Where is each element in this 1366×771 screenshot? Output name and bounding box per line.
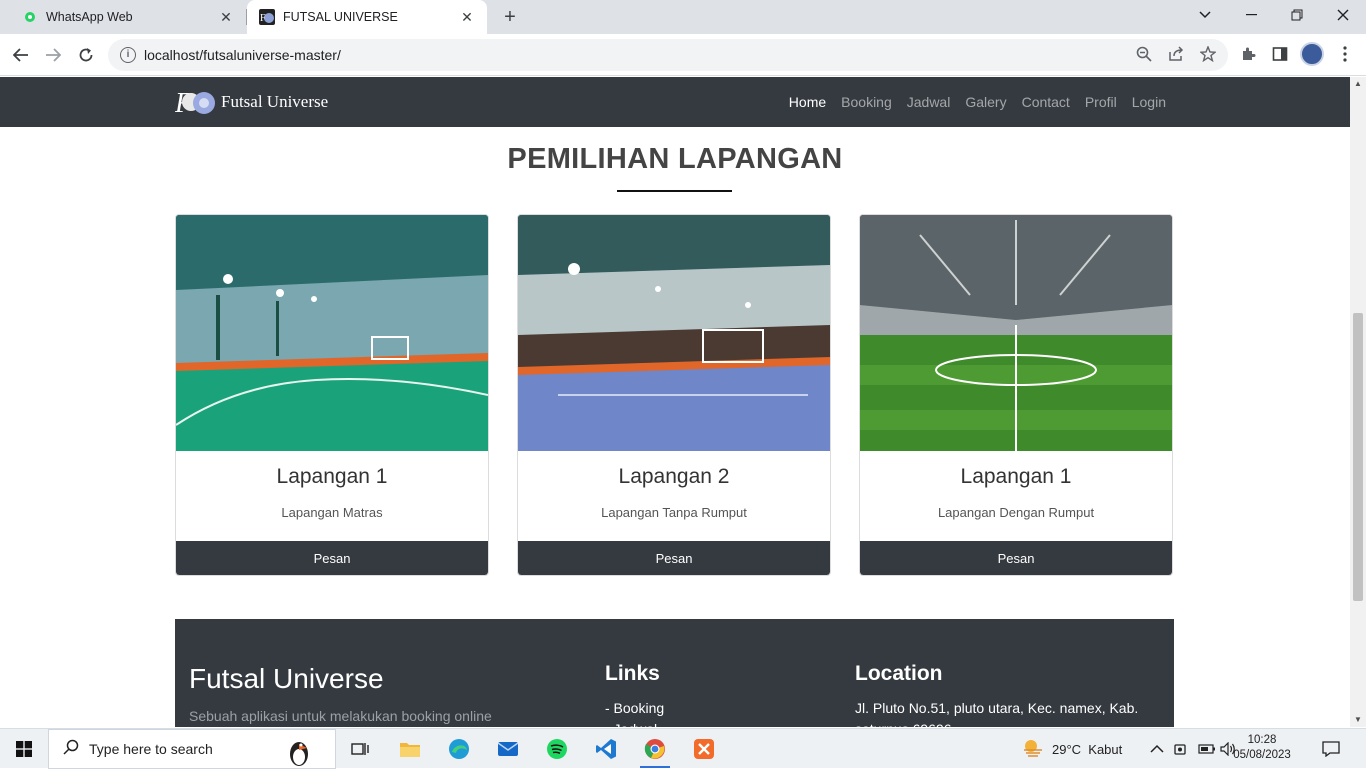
nav-contact[interactable]: Contact <box>1022 94 1070 110</box>
edge-browser-icon[interactable] <box>445 735 473 763</box>
system-clock[interactable]: 10:28 05/08/2023 <box>1232 733 1292 763</box>
footer-links-heading: Links <box>605 662 660 685</box>
tab-whatsapp[interactable]: WhatsApp Web ✕ <box>0 0 246 34</box>
footer-tagline: Sebuah aplikasi untuk melakukan booking … <box>189 708 492 724</box>
search-placeholder: Type here to search <box>89 741 213 757</box>
windows-start-icon[interactable] <box>0 729 48 769</box>
show-hidden-icons-chevron-icon[interactable] <box>1150 729 1164 769</box>
court-image-blue <box>518 215 830 451</box>
court-name: Lapangan 2 <box>618 465 730 488</box>
vscode-icon[interactable] <box>592 735 620 763</box>
taskbar-search-input[interactable]: Type here to search <box>48 729 336 769</box>
footer-link-booking[interactable]: - Booking <box>605 698 664 719</box>
task-view-icon[interactable] <box>346 735 374 763</box>
tab-title: FUTSAL UNIVERSE <box>283 10 398 24</box>
windows-taskbar: Type here to search 29°C Kabut 10:28 05/… <box>0 728 1366 769</box>
court-card-1: Lapangan 1 Lapangan Matras Pesan <box>175 214 489 576</box>
forward-icon[interactable] <box>38 40 68 70</box>
site-info-icon[interactable]: i <box>120 47 136 63</box>
search-icon <box>63 739 79 759</box>
close-tab-icon[interactable]: ✕ <box>459 9 475 25</box>
xampp-icon[interactable] <box>690 735 718 763</box>
court-name: Lapangan 1 <box>276 465 388 488</box>
nav-galery[interactable]: Galery <box>965 94 1006 110</box>
browser-toolbar: i localhost/futsaluniverse-master/ <box>0 34 1366 76</box>
footer-location-heading: Location <box>855 662 943 685</box>
minimize-icon[interactable] <box>1228 0 1274 30</box>
footer-links: - Booking - Jadwal <box>605 698 664 727</box>
file-explorer-icon[interactable] <box>396 735 424 763</box>
svg-text:F: F <box>260 13 266 24</box>
court-name: Lapangan 1 <box>960 465 1072 488</box>
scroll-up-icon[interactable]: ▲ <box>1350 77 1366 91</box>
page-viewport: F Futsal Universe Home Booking Jadwal Ga… <box>0 77 1350 727</box>
section-title: PEMILIHAN LAPANGAN <box>507 143 843 175</box>
court-description: Lapangan Matras <box>281 505 383 520</box>
puffin-search-highlight-icon <box>279 732 319 771</box>
clock-date: 05/08/2023 <box>1233 749 1291 761</box>
tab-strip: WhatsApp Web ✕ F FUTSAL UNIVERSE ✕ + <box>0 0 1366 34</box>
url-text: localhost/futsaluniverse-master/ <box>144 47 341 63</box>
close-tab-icon[interactable]: ✕ <box>218 9 234 25</box>
court-description: Lapangan Dengan Rumput <box>937 505 1095 520</box>
court-image-grass <box>860 215 1172 451</box>
court-card-3: Lapangan 1 Lapangan Dengan Rumput Pesan <box>859 214 1173 576</box>
reload-icon[interactable] <box>71 40 101 70</box>
site-navbar: F Futsal Universe Home Booking Jadwal Ga… <box>0 77 1350 127</box>
title-underline <box>617 190 732 192</box>
site-footer: Futsal Universe Sebuah aplikasi untuk me… <box>175 619 1174 727</box>
page-scrollbar[interactable]: ▲ ▼ <box>1350 77 1366 727</box>
tab-search-chevron-icon[interactable] <box>1182 0 1228 30</box>
footer-link-jadwal[interactable]: - Jadwal <box>605 719 664 727</box>
restore-icon[interactable] <box>1274 0 1320 30</box>
nav-home[interactable]: Home <box>789 94 826 110</box>
footer-title: Futsal Universe <box>189 663 384 694</box>
scroll-down-icon[interactable]: ▼ <box>1350 713 1366 727</box>
weather-text: 29°C Kabut <box>1052 741 1123 757</box>
futsal-logo-icon: F <box>174 87 217 119</box>
scrollbar-thumb[interactable] <box>1353 313 1363 601</box>
futsal-logo-icon: F <box>259 9 275 25</box>
court-description: Lapangan Tanpa Rumput <box>601 505 747 520</box>
clock-time: 10:28 <box>1247 734 1277 746</box>
nav-login[interactable]: Login <box>1132 94 1166 110</box>
back-icon[interactable] <box>6 40 36 70</box>
profile-avatar[interactable] <box>1300 42 1324 66</box>
whatsapp-icon <box>22 9 38 25</box>
weather-haze-icon <box>1022 739 1044 760</box>
notification-center-icon[interactable] <box>1322 729 1340 769</box>
tab-title: WhatsApp Web <box>46 10 133 24</box>
nav-booking[interactable]: Booking <box>841 94 892 110</box>
extensions-icon[interactable] <box>1236 42 1260 66</box>
new-tab-icon[interactable]: + <box>498 5 522 29</box>
address-bar[interactable]: i localhost/futsaluniverse-master/ <box>108 39 1228 71</box>
chrome-icon[interactable] <box>641 735 669 763</box>
close-window-icon[interactable] <box>1320 0 1366 30</box>
spotify-icon[interactable] <box>543 735 571 763</box>
battery-icon[interactable] <box>1198 729 1216 769</box>
pesan-button[interactable]: Pesan <box>518 541 830 575</box>
court-image-green <box>176 215 488 451</box>
court-card-2: Lapangan 2 Lapangan Tanpa Rumput Pesan <box>517 214 831 576</box>
pesan-button[interactable]: Pesan <box>860 541 1172 575</box>
zoom-icon[interactable] <box>1132 42 1156 66</box>
brand-name: Futsal Universe <box>221 92 329 111</box>
share-icon[interactable] <box>1164 42 1188 66</box>
site-brand[interactable]: F Futsal Universe <box>174 87 329 119</box>
weather-widget[interactable]: 29°C Kabut <box>1022 729 1122 769</box>
nav-jadwal[interactable]: Jadwal <box>907 94 951 110</box>
tab-futsal-universe[interactable]: F FUTSAL UNIVERSE ✕ <box>247 0 487 34</box>
side-panel-icon[interactable] <box>1268 42 1292 66</box>
meet-now-icon[interactable] <box>1174 729 1190 769</box>
pesan-button[interactable]: Pesan <box>176 541 488 575</box>
mail-icon[interactable] <box>494 735 522 763</box>
nav-profil[interactable]: Profil <box>1085 94 1117 110</box>
more-menu-icon[interactable] <box>1333 42 1357 66</box>
bookmark-star-icon[interactable] <box>1196 42 1220 66</box>
footer-location-text: Jl. Pluto No.51, pluto utara, Kec. namex… <box>855 700 1139 727</box>
site-nav-links: Home Booking Jadwal Galery Contact Profi… <box>774 77 1166 127</box>
